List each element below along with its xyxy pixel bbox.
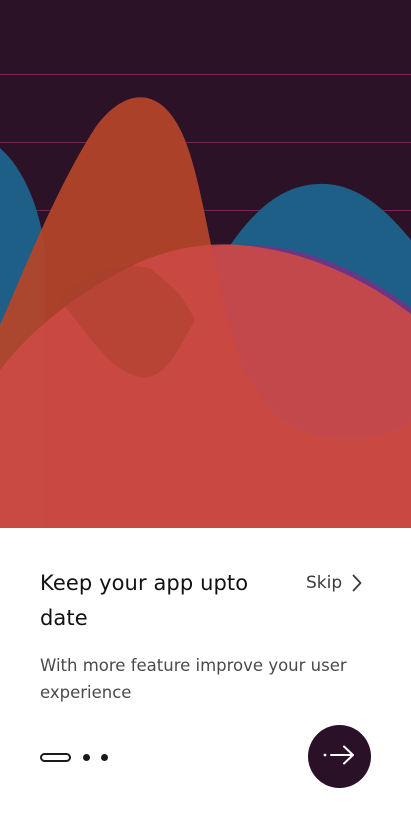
- page-indicator-active[interactable]: [40, 752, 71, 762]
- skip-button[interactable]: Skip: [306, 569, 362, 597]
- arrow-right-icon: [322, 743, 358, 770]
- page-indicator-dot[interactable]: [83, 753, 90, 761]
- onboarding-card: Keep your app upto date Skip With more f…: [0, 528, 411, 823]
- skip-label: Skip: [306, 573, 343, 593]
- page-indicator-dot[interactable]: [101, 753, 108, 761]
- page-indicator: [40, 752, 108, 762]
- hero-illustration: [0, 0, 411, 528]
- page-title: Keep your app upto date: [40, 571, 249, 630]
- chevron-right-icon: [352, 574, 362, 592]
- page-subtitle: With more feature improve your user expe…: [40, 656, 347, 702]
- wave-chart-graphic: [0, 0, 411, 528]
- next-button[interactable]: [308, 725, 371, 788]
